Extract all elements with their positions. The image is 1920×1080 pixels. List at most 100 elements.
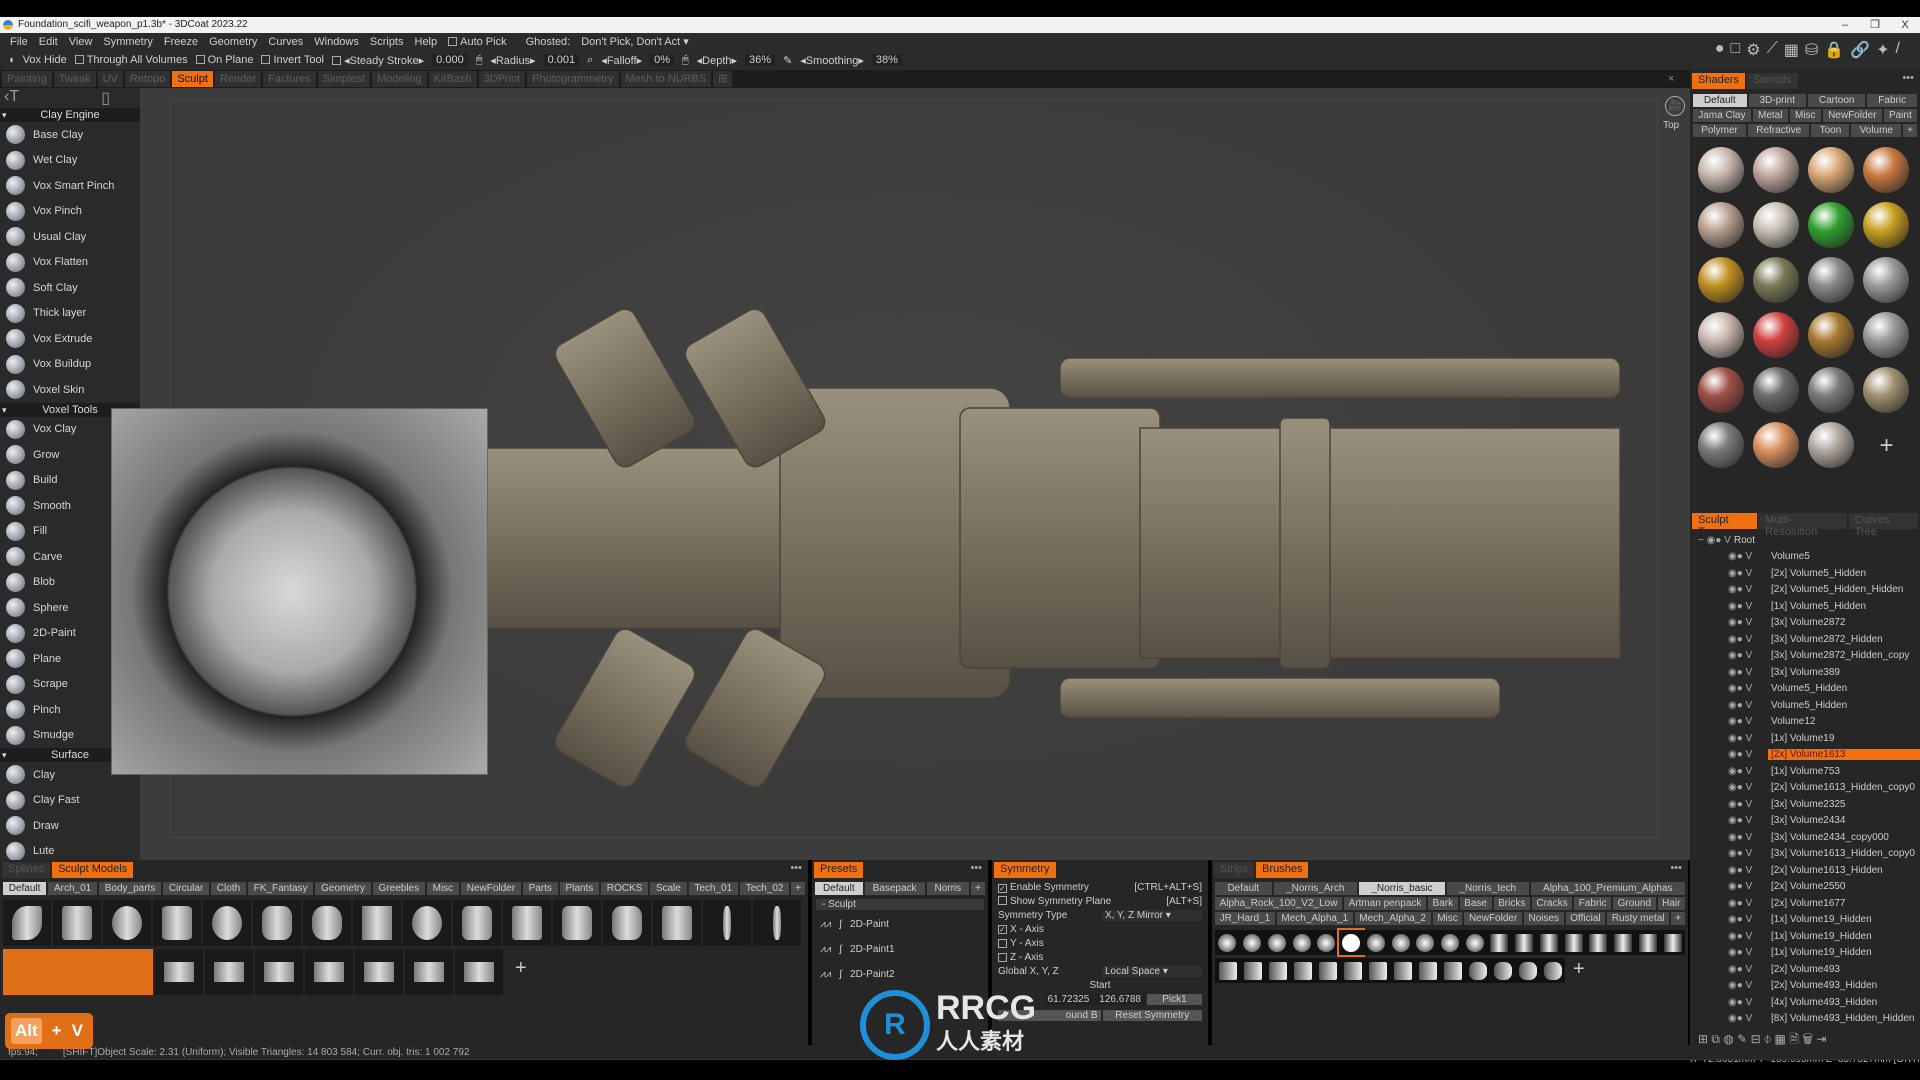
- text-tool-icon[interactable]: ‹T: [4, 88, 19, 105]
- merge-icon[interactable]: ⊟: [1751, 1032, 1761, 1046]
- shader-swatch[interactable]: [1808, 257, 1854, 303]
- presets-tab[interactable]: Presets: [814, 862, 864, 878]
- sculpt-model-thumb[interactable]: [553, 900, 601, 946]
- edit-icon[interactable]: ✎: [1737, 1032, 1747, 1046]
- sculpt-model-thumb[interactable]: [703, 900, 751, 946]
- folder-chip[interactable]: Misc: [1432, 912, 1463, 925]
- more-icon[interactable]: •••: [1670, 862, 1682, 874]
- folder-chip[interactable]: Metal: [1752, 109, 1788, 122]
- brush-alpha[interactable]: [1511, 930, 1537, 955]
- tool-item[interactable]: Voxel Skin: [0, 377, 140, 403]
- brush-alpha[interactable]: [1388, 930, 1413, 955]
- shader-swatch[interactable]: [1863, 257, 1909, 303]
- visibility-icon[interactable]: ◉● V: [1690, 766, 1768, 777]
- space-dropdown[interactable]: Local Space ▾: [1102, 965, 1202, 977]
- visibility-icon[interactable]: ◉● V: [1690, 634, 1768, 645]
- sculpt-model-thumb[interactable]: [203, 900, 251, 946]
- preset-item[interactable]: ⩘⩘ ∫ 2D-Paint1: [812, 937, 988, 962]
- on-plane-checkbox[interactable]: On Plane: [195, 54, 253, 66]
- tree-item[interactable]: ◉● V Volume5: [1690, 549, 1920, 566]
- sculpt-model-thumb[interactable]: [503, 900, 551, 946]
- folder-chip[interactable]: _Norris_Arch: [1273, 882, 1357, 895]
- tree-item[interactable]: ◉● V [2x] Volume1677: [1690, 895, 1920, 912]
- sculpt-model-thumb[interactable]: [453, 900, 501, 946]
- sculpt-model-thumb[interactable]: [153, 900, 201, 946]
- sculpt-model-thumb[interactable]: [3, 949, 153, 995]
- tree-item[interactable]: ◉● V [2x] Volume2550: [1690, 879, 1920, 896]
- tool-item[interactable]: Vox Smart Pinch: [0, 173, 140, 199]
- falloff-value[interactable]: 0%: [650, 54, 675, 66]
- menu-file[interactable]: File: [10, 36, 28, 48]
- brush-alpha[interactable]: [1315, 958, 1340, 983]
- tree-item[interactable]: ◉● V [3x] Volume2325: [1690, 796, 1920, 813]
- visibility-icon[interactable]: ◉● V: [1690, 947, 1768, 958]
- menu-geometry[interactable]: Geometry: [209, 36, 257, 48]
- panel-tab[interactable]: Multi-Resolution: [1759, 513, 1847, 538]
- panel-toggle-icon[interactable]: ▯: [101, 88, 110, 108]
- grid-icon[interactable]: ▦: [1775, 1032, 1786, 1046]
- trash-icon[interactable]: 🗑: [1802, 1032, 1813, 1046]
- export-icon[interactable]: ⇥: [1816, 1032, 1826, 1046]
- shader-swatch[interactable]: [1698, 257, 1744, 303]
- brush-alpha[interactable]: [1465, 958, 1490, 983]
- tree-item[interactable]: ◉● V [1x] Volume19_Hidden: [1690, 928, 1920, 945]
- menu-curves[interactable]: Curves: [268, 36, 303, 48]
- z-axis-checkbox[interactable]: Z - Axis: [992, 950, 1208, 964]
- sphere-icon[interactable]: ●: [1715, 40, 1725, 60]
- shader-swatch[interactable]: [1753, 367, 1799, 413]
- smoothing-value[interactable]: 38%: [871, 54, 902, 66]
- folder-chip[interactable]: Cracks: [1531, 897, 1573, 910]
- preset-item[interactable]: ⩘⩘ ∫ 2D-Paint: [812, 912, 988, 937]
- tree-item[interactable]: ◉● V [2x] Volume1613_Hidden: [1690, 862, 1920, 879]
- visibility-icon[interactable]: ◉● V: [1690, 1013, 1768, 1024]
- tree-item[interactable]: ◉● V [3x] Volume1613_Hidden_copy0: [1690, 846, 1920, 863]
- y-axis-checkbox[interactable]: Y - Axis: [992, 936, 1208, 950]
- shader-swatch[interactable]: [1698, 147, 1744, 193]
- brush-alpha[interactable]: [1660, 930, 1685, 955]
- add-folder-button[interactable]: +: [791, 882, 806, 895]
- brush-alpha[interactable]: [1365, 958, 1390, 983]
- tree-item[interactable]: ◉● V [3x] Volume389: [1690, 664, 1920, 681]
- visibility-icon[interactable]: ◉● V: [1690, 733, 1768, 744]
- visibility-icon[interactable]: ◉● V: [1690, 931, 1768, 942]
- visibility-icon[interactable]: ◉● V: [1690, 848, 1768, 859]
- brush-alpha[interactable]: [1390, 958, 1415, 983]
- brush-alpha[interactable]: [1240, 958, 1265, 983]
- folder-chip[interactable]: Default: [1215, 882, 1272, 895]
- brush-alpha[interactable]: [1415, 958, 1440, 983]
- shader-swatch[interactable]: [1698, 367, 1744, 413]
- tab-room[interactable]: Sculpt: [172, 71, 213, 87]
- frame-icon[interactable]: □: [1731, 40, 1741, 60]
- shader-swatch[interactable]: [1753, 147, 1799, 193]
- folder-chip[interactable]: Alpha_100_Premium_Alphas: [1530, 882, 1686, 895]
- tab-room[interactable]: Retopo: [124, 71, 171, 87]
- tab-room[interactable]: Painting: [2, 71, 52, 87]
- sculpt-model-thumb[interactable]: [353, 900, 401, 946]
- tool-item[interactable]: Vox Buildup: [0, 352, 140, 378]
- auto-pick-checkbox[interactable]: Auto Pick: [448, 36, 507, 48]
- brush-alpha[interactable]: [1462, 930, 1488, 955]
- folder-chip[interactable]: Base: [1459, 897, 1492, 910]
- tree-item[interactable]: ◉● V [3x] Volume2872_Hidden_copy: [1690, 648, 1920, 665]
- shader-swatch[interactable]: [1808, 422, 1854, 468]
- tree-item[interactable]: ◉● V [1x] Volume753: [1690, 763, 1920, 780]
- shader-swatch[interactable]: [1808, 202, 1854, 248]
- tab-room[interactable]: Mesh to NURBS: [620, 71, 712, 87]
- tree-item[interactable]: ◉● V [2x] Volume493: [1690, 961, 1920, 978]
- sculpt-model-thumb[interactable]: [155, 949, 203, 995]
- reference-image[interactable]: [111, 408, 488, 775]
- visibility-icon[interactable]: ◉● V: [1690, 881, 1768, 892]
- brush-alpha[interactable]: [1440, 958, 1465, 983]
- folder-chip[interactable]: NewFolder: [1822, 109, 1882, 122]
- folder-chip[interactable]: JR_Hard_1: [1215, 912, 1275, 925]
- visibility-icon[interactable]: ◉● V: [1690, 551, 1768, 562]
- folder-chip[interactable]: Fabric: [1574, 897, 1612, 910]
- panel-tab[interactable]: Curves Tree: [1848, 513, 1918, 538]
- steady-stroke-checkbox[interactable]: ◂Steady Stroke▸: [332, 54, 424, 67]
- folder-chip[interactable]: Norris: [926, 882, 970, 895]
- camera-icon[interactable]: 🎥: [1665, 96, 1685, 116]
- folder-chip[interactable]: Plants: [559, 882, 599, 895]
- sculpt-model-thumb[interactable]: [653, 900, 701, 946]
- visibility-icon[interactable]: ◉● V: [1690, 650, 1768, 661]
- close-icon[interactable]: ×: [1668, 73, 1674, 85]
